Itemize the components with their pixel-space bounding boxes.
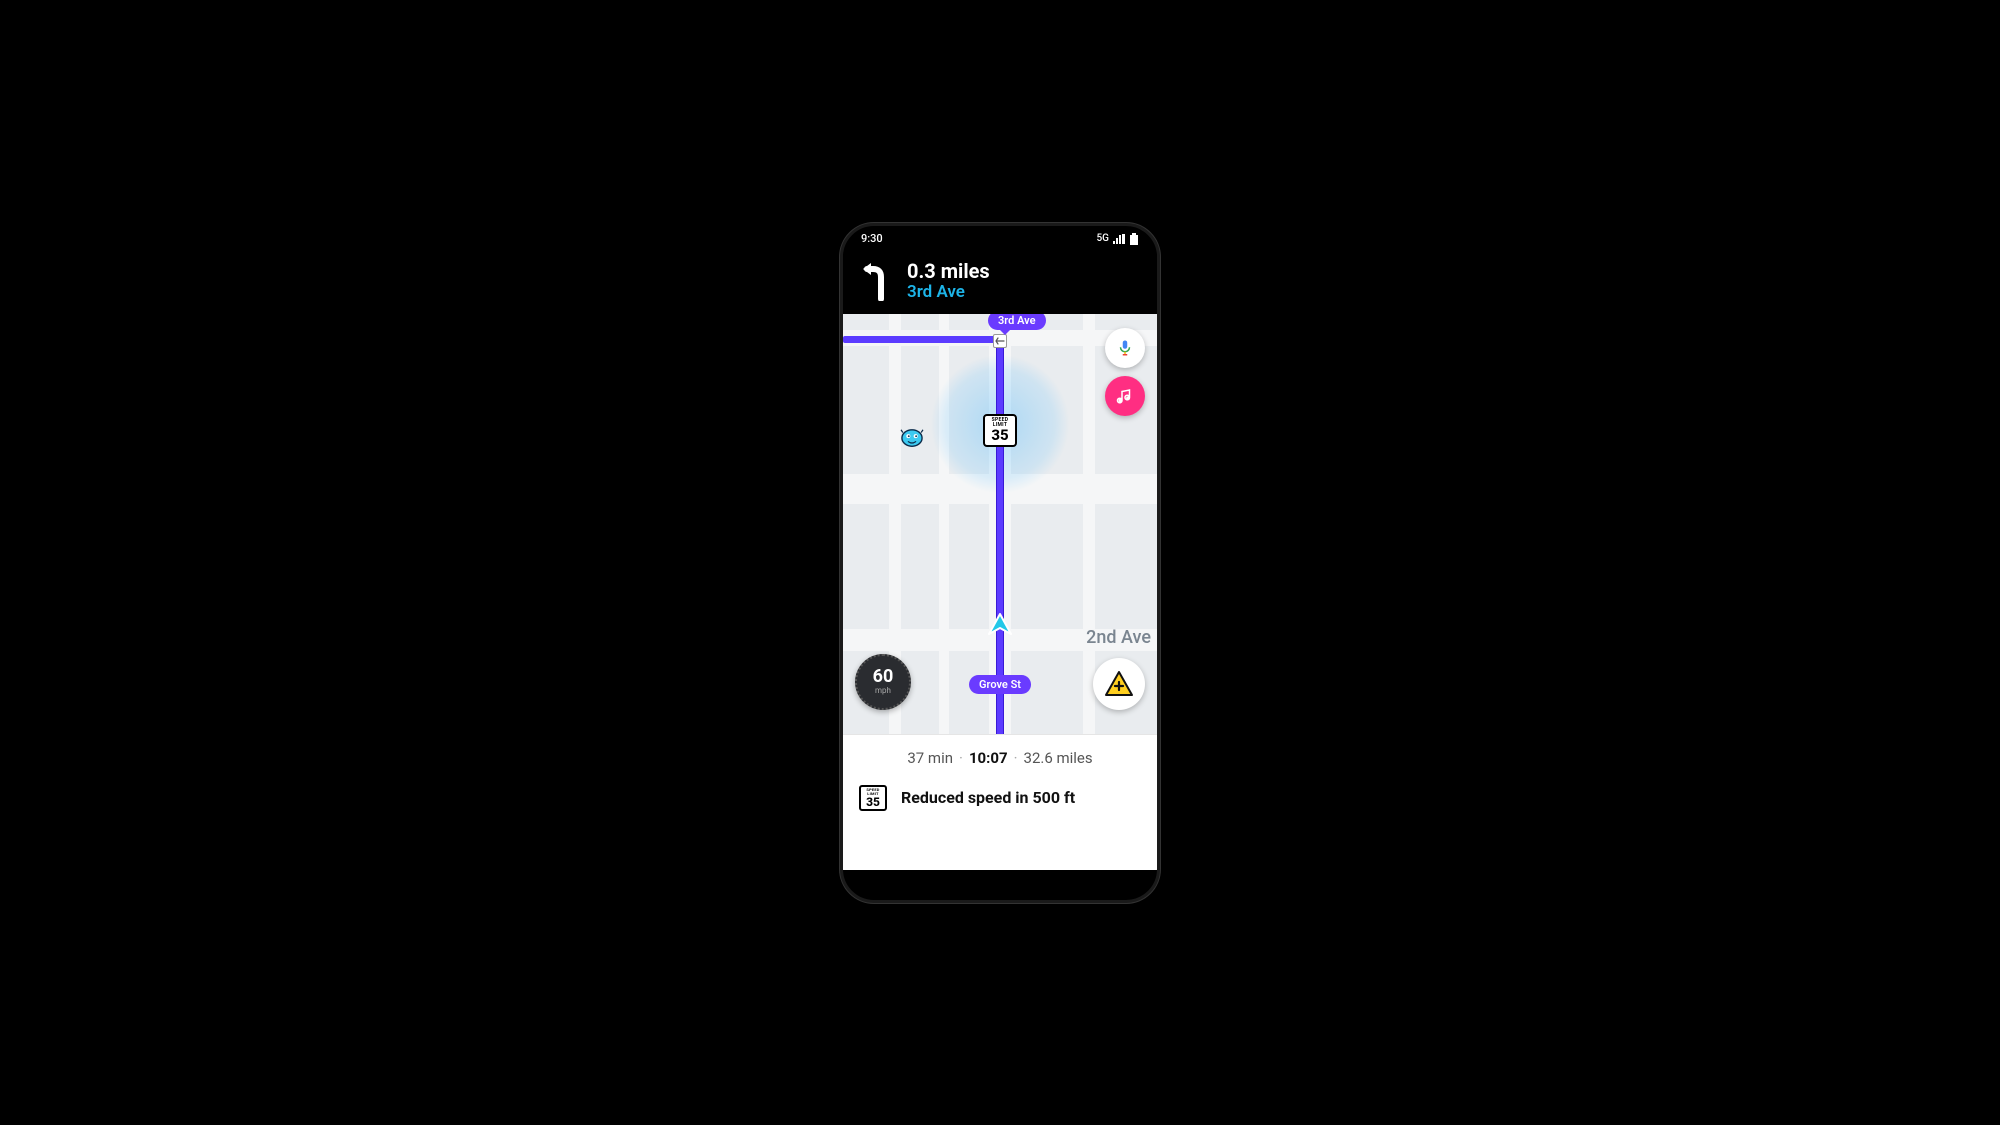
current-speed: 60 — [873, 668, 894, 686]
speedometer[interactable]: 60 mph — [855, 654, 911, 710]
map-canvas[interactable]: 3rd Ave SPEED LIMIT 35 2nd Ave G — [843, 314, 1157, 734]
music-button[interactable] — [1105, 376, 1145, 416]
nav-distance: 0.3 miles — [907, 260, 990, 282]
home-indicator[interactable] — [975, 891, 1025, 894]
wazer-icon — [898, 427, 926, 449]
route-line — [843, 336, 1000, 343]
speed-unit: mph — [875, 686, 891, 695]
status-time: 9:30 — [861, 232, 883, 245]
eta-distance: 32.6 miles — [1024, 749, 1093, 767]
turn-marker — [993, 334, 1007, 348]
signal-icon — [1113, 234, 1125, 244]
status-bar: 9:30 5G — [843, 226, 1157, 252]
street-label-pill: 3rd Ave — [988, 314, 1046, 330]
eta-row: 37 min · 10:07 · 32.6 miles — [843, 735, 1157, 777]
alert-text: Reduced speed in 500 ft — [901, 788, 1075, 807]
report-button[interactable] — [1093, 658, 1145, 710]
street-label-pill: Grove St — [969, 675, 1031, 694]
voice-search-button[interactable] — [1105, 328, 1145, 368]
mic-icon — [1116, 339, 1134, 357]
cross-street-label: 2nd Ave — [1086, 627, 1151, 648]
music-icon — [1116, 387, 1134, 405]
battery-icon — [1129, 233, 1139, 245]
status-indicators: 5G — [1097, 233, 1140, 245]
eta-arrival: 10:07 — [969, 749, 1008, 767]
map-road — [1083, 314, 1095, 734]
speed-limit-sign: SPEED LIMIT 35 — [983, 414, 1017, 447]
current-location-arrow — [986, 612, 1014, 642]
speed-limit-sign-small: SPEED LIMIT 35 — [859, 785, 887, 811]
alert-row[interactable]: SPEED LIMIT 35 Reduced speed in 500 ft — [843, 777, 1157, 823]
nav-street: 3rd Ave — [907, 282, 990, 302]
warning-plus-icon — [1104, 670, 1134, 698]
phone-frame: 9:30 5G 0.3 miles 3rd Ave — [840, 223, 1160, 903]
eta-duration: 37 min — [907, 749, 953, 767]
turn-left-icon — [859, 261, 893, 301]
nav-instruction[interactable]: 0.3 miles 3rd Ave — [843, 252, 1157, 314]
eta-panel[interactable]: 37 min · 10:07 · 32.6 miles SPEED LIMIT … — [843, 734, 1157, 870]
network-label: 5G — [1097, 233, 1110, 244]
